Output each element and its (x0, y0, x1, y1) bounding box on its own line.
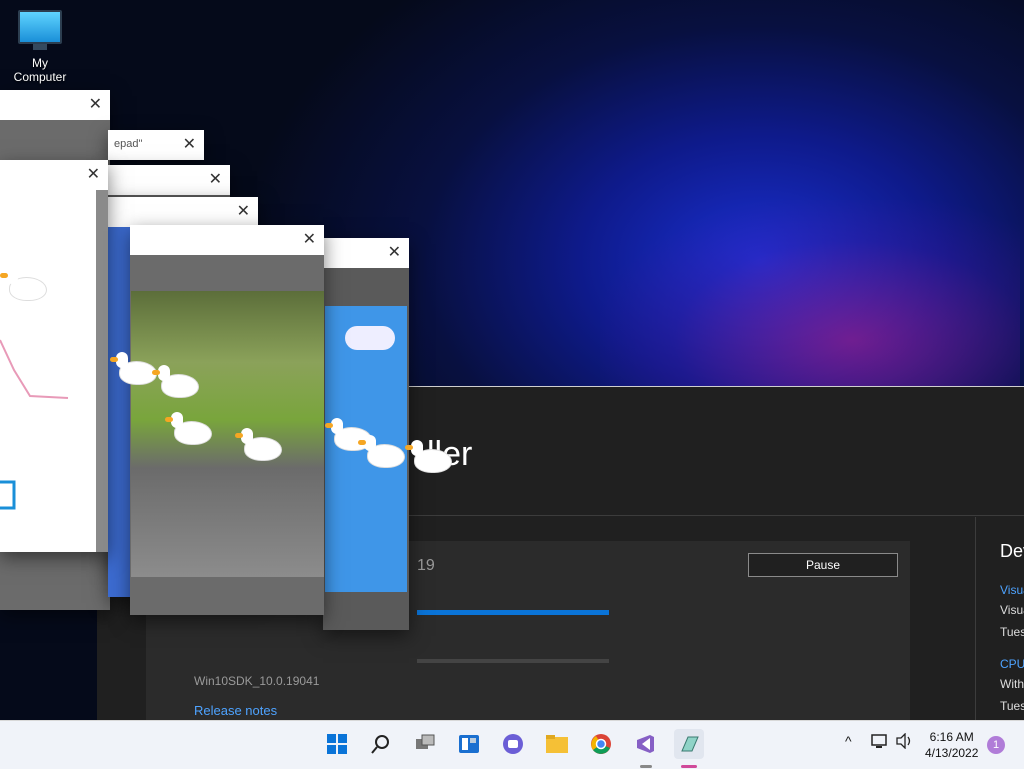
goose-note-window: ✕ (0, 160, 108, 552)
news-text-2: With (1000, 677, 1024, 691)
close-icon[interactable]: ✕ (237, 201, 250, 221)
pink-doodle (0, 339, 69, 510)
volume-icon[interactable] (895, 732, 913, 752)
goose-sprite[interactable] (152, 365, 198, 399)
desktop-icon-label: My Computer (13, 56, 67, 84)
news-date-1: Tues (1000, 625, 1024, 639)
news-text-1: Visua (1000, 603, 1024, 617)
news-date-2: Tues (1000, 699, 1024, 713)
task-view-icon[interactable] (410, 729, 440, 759)
notification-badge[interactable]: 1 (987, 736, 1005, 754)
goose-sprite[interactable] (165, 412, 211, 446)
clock-time: 6:16 AM (929, 730, 974, 744)
goose-sprite[interactable] (358, 435, 404, 469)
goose-meme-image-park (131, 291, 324, 577)
notepad-title: epad" (114, 138, 143, 150)
current-package-label: Win10SDK_10.0.19041 (194, 674, 320, 688)
goose-window-5: ✕ (130, 225, 324, 615)
news-link-1[interactable]: Visua (1000, 583, 1024, 597)
close-icon[interactable]: ✕ (87, 164, 100, 184)
download-progress-bar (417, 610, 609, 615)
goose-sprite[interactable] (0, 268, 46, 302)
install-progress-bar (417, 659, 609, 663)
clock[interactable]: 6:16 AM 4/13/2022 (925, 729, 978, 761)
close-icon[interactable]: ✕ (303, 229, 316, 249)
goose-sprite[interactable] (235, 428, 281, 462)
chevron-up-icon[interactable]: ^ (845, 733, 852, 749)
chrome-icon[interactable] (586, 729, 616, 759)
clock-date: 4/13/2022 (925, 746, 979, 760)
pause-button[interactable]: Pause (748, 553, 898, 577)
start-icon[interactable] (322, 729, 352, 759)
close-icon[interactable]: ✕ (89, 94, 102, 114)
close-icon[interactable]: ✕ (388, 242, 401, 262)
teams-chat-icon[interactable] (498, 729, 528, 759)
close-icon[interactable]: ✕ (183, 134, 196, 154)
close-icon[interactable]: ✕ (209, 169, 222, 189)
notepad-window: epad" ✕ (108, 130, 204, 160)
desktop-wallpaper-glow (600, 200, 1020, 400)
right-panel-heading: Dev (1000, 541, 1024, 561)
installer-icon[interactable] (674, 729, 704, 759)
goose-sprite[interactable] (110, 352, 156, 386)
widgets-icon[interactable] (454, 729, 484, 759)
release-notes-link[interactable]: Release notes (194, 703, 277, 718)
network-icon[interactable] (871, 733, 889, 752)
news-link-2[interactable]: CPU (1000, 657, 1024, 671)
version-text: 19 (417, 557, 435, 574)
file-explorer-icon[interactable] (542, 729, 572, 759)
taskbar: ^ 6:16 AM 4/13/2022 1 (0, 720, 1024, 769)
visual-studio-icon[interactable] (630, 729, 660, 759)
my-computer-desktop-icon[interactable]: My Computer (4, 10, 76, 84)
goose-sprite[interactable] (405, 440, 451, 474)
monitor-icon (18, 10, 62, 44)
search-icon[interactable] (366, 729, 396, 759)
